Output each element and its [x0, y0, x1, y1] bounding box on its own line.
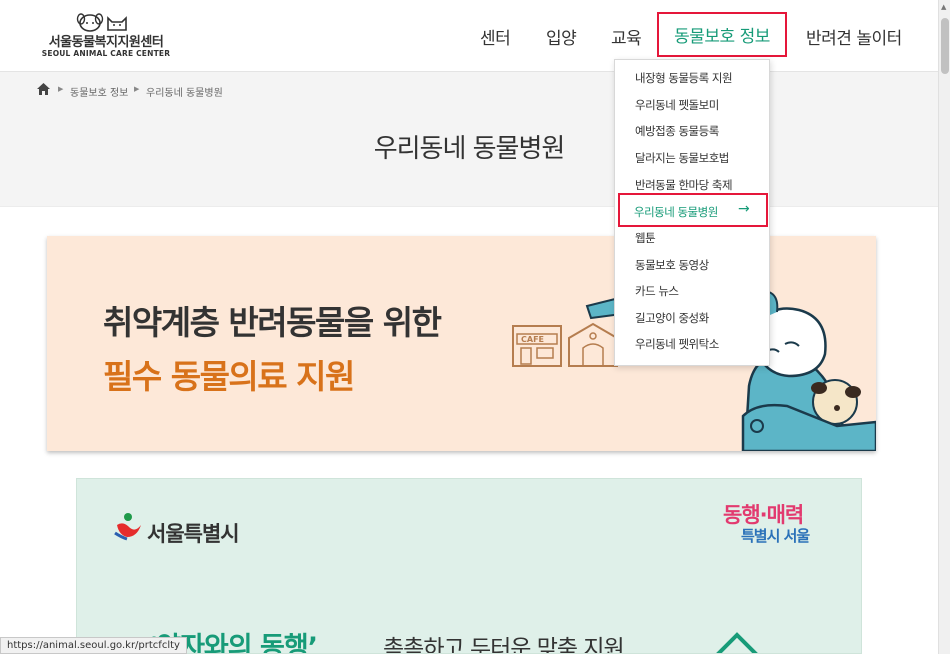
nav-education[interactable]: 교육 [611, 24, 642, 49]
nav-dog-playground[interactable]: 반려견 놀이터 [806, 24, 902, 49]
breadcrumb-item-animal-protection[interactable]: 동물보호 정보 [70, 84, 128, 99]
cafe-sign: CAFE [521, 335, 544, 344]
vertical-scrollbar[interactable]: ▲ [938, 0, 950, 654]
arrow-right-icon: → [738, 201, 750, 217]
breadcrumb-item-current: 우리동네 동물병원 [146, 88, 223, 99]
menu-item-pet-festival[interactable]: 반려동물 한마당 축제 [635, 177, 733, 193]
link-status-bar: https://animal.seoul.go.kr/prtcfclty [0, 637, 187, 654]
seoul-city-logo-icon [114, 513, 141, 541]
menu-item-stray-cat-neutering[interactable]: 길고양이 중성화 [635, 310, 709, 326]
menu-item-webtoon[interactable]: 웹툰 [635, 230, 656, 246]
breadcrumb-separator-icon: ▶ [134, 85, 140, 93]
home-icon[interactable] [37, 83, 50, 95]
breadcrumb-separator-icon: ▶ [58, 85, 64, 93]
seoul-support-banner: 서울특별시 동행·매력 특별시 서울 ‘약자와의 동행’ 촘촘하고 두터운 맞춤… [76, 478, 862, 654]
page-title: 우리동네 동물병원 [373, 134, 566, 164]
dog-cat-logo-icon [76, 13, 127, 32]
logo-english-text: SEOUL ANIMAL CARE CENTER [41, 49, 171, 58]
nav-animal-protection-info[interactable]: 동물보호 정보 [657, 12, 787, 57]
slogan-subtitle: 특별시 서울 [741, 527, 810, 545]
menu-item-pet-sitter[interactable]: 우리동네 펫돌보미 [635, 97, 719, 113]
banner-headline: 취약계층 반려동물을 위한 [103, 303, 442, 342]
site-logo[interactable]: 서울동물복지지원센터 SEOUL ANIMAL CARE CENTER [36, 12, 176, 62]
seoul-city-name: 서울특별시 [147, 522, 240, 546]
scroll-up-arrow-icon[interactable]: ▲ [941, 3, 946, 11]
house-icon [716, 632, 758, 653]
banner2-headline-rest: 촘촘하고 두터운 맞춤 지원 [383, 636, 625, 654]
menu-item-protection-videos[interactable]: 동물보호 동영상 [635, 257, 709, 273]
logo-korean-text: 서울동물복지지원센터 [48, 35, 164, 50]
menu-item-neighborhood-vet[interactable]: 우리동네 동물병원 [634, 204, 718, 220]
menu-item-vaccination-registration[interactable]: 예방접종 동물등록 [635, 123, 719, 139]
menu-item-animal-protection-law[interactable]: 달라지는 동물보호법 [635, 150, 729, 166]
menu-item-card-news[interactable]: 카드 뉴스 [635, 283, 679, 299]
scrollbar-thumb[interactable] [941, 18, 949, 74]
menu-item-microchip-registration[interactable]: 내장형 동물등록 지원 [635, 70, 733, 86]
menu-item-pet-boarding[interactable]: 우리동네 펫위탁소 [635, 336, 719, 352]
nav-center[interactable]: 센터 [480, 24, 511, 49]
site-header: 서울동물복지지원센터 SEOUL ANIMAL CARE CENTER 센터 입… [0, 0, 938, 72]
banner-subheadline: 필수 동물의료 지원 [103, 357, 355, 396]
nav-adoption[interactable]: 입양 [546, 24, 577, 49]
